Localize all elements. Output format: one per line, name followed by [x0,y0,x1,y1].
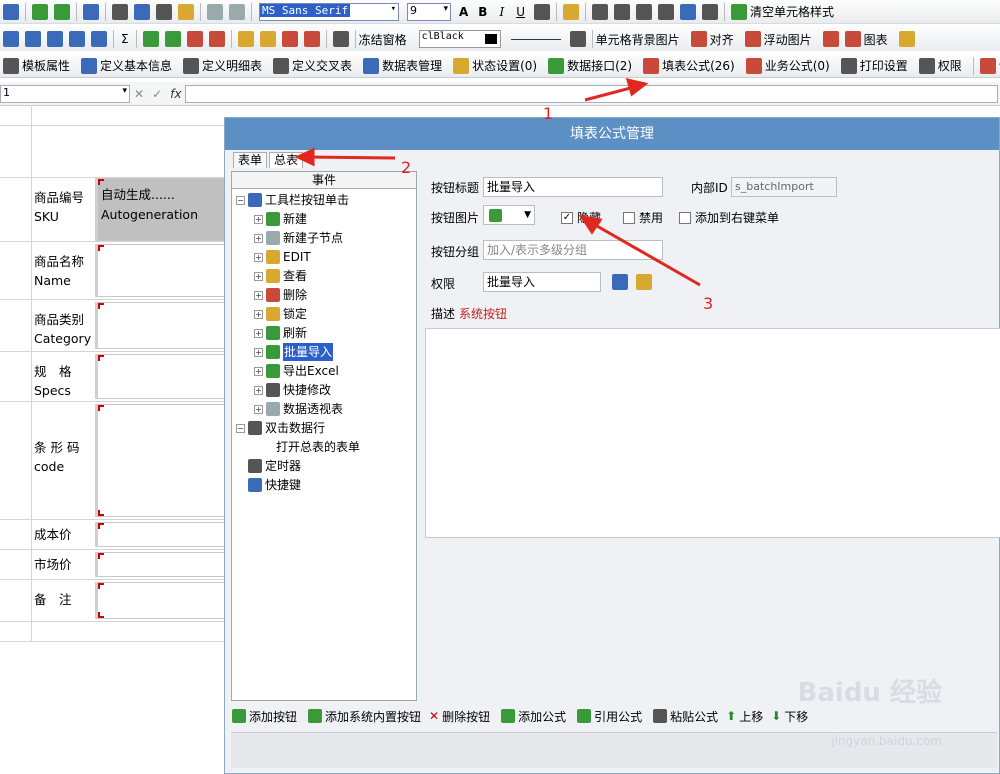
arrow-3-line [589,220,701,287]
annotation-2: 2 [401,158,412,177]
annotation-3: 3 [703,294,714,313]
arrow-3-head [578,214,603,235]
annotation-1: 1 [543,104,554,123]
arrow-2-line [305,155,396,160]
watermark-url: jingyan.baidu.com [831,734,942,748]
annotation-arrows [294,77,701,287]
arrow-2-head [294,147,315,167]
watermark-logo: Baidu 经验 [797,678,942,708]
arrow-1-head [625,77,649,97]
